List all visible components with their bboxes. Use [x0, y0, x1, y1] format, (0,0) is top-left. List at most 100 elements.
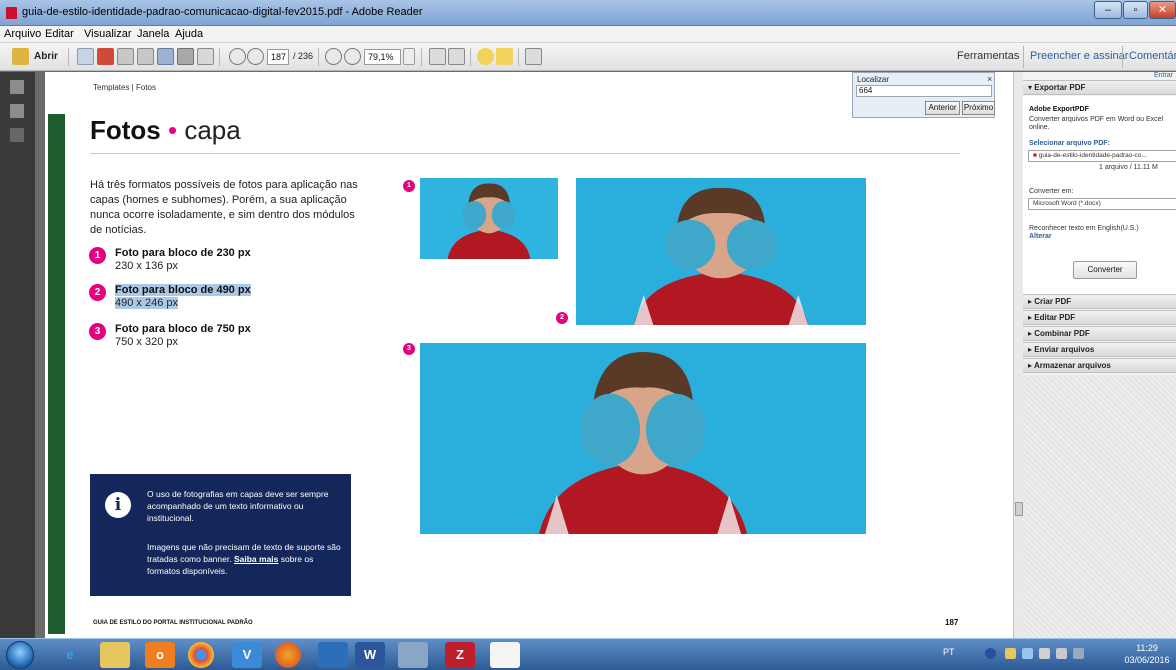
main-toolbar: Abrir 187 / 236 79,1% Ferramentas Preenc… [0, 43, 1176, 71]
find-previous-button[interactable]: Anterior [925, 101, 960, 115]
ocr-change-link[interactable]: Alterar [1029, 233, 1052, 240]
boy-photo-image [576, 178, 866, 325]
edit-pdf-title: Editar PDF [1034, 313, 1076, 322]
page-number-input[interactable]: 187 [267, 49, 289, 65]
next-page-icon[interactable] [247, 48, 264, 65]
convert-button[interactable]: Converter [1073, 261, 1137, 279]
chrome-icon[interactable] [188, 642, 214, 668]
media-app-icon[interactable] [318, 642, 348, 668]
menu-janela[interactable]: Janela [137, 28, 169, 40]
edit-icon[interactable] [117, 48, 134, 65]
email-icon[interactable] [197, 48, 214, 65]
footer-guide-name: GUIA DE ESTILO DO PORTAL INSTITUCIONAL P… [93, 620, 253, 626]
scrollbar-thumb[interactable] [1015, 502, 1023, 516]
total-pages: / 236 [293, 51, 314, 61]
title-bold: Fotos [90, 115, 161, 145]
menu-visualizar[interactable]: Visualizar [84, 28, 132, 40]
comment-icon[interactable] [477, 48, 494, 65]
filezilla-icon[interactable]: Z [445, 642, 475, 668]
fit-width-icon[interactable] [429, 48, 446, 65]
sign-in-link[interactable]: Entrar [1154, 72, 1173, 79]
word-icon[interactable]: W [355, 642, 385, 668]
zoom-dropdown-icon[interactable] [403, 48, 415, 65]
selected-file-field[interactable]: ■ guia-de-estilo-identidade-padrao-co... [1028, 150, 1176, 162]
saiba-mais-link[interactable]: Saiba mais [234, 554, 278, 564]
save-icon[interactable] [157, 48, 174, 65]
menu-arquivo[interactable]: Arquivo [4, 28, 41, 40]
selected-file-name: guia-de-estilo-identidade-padrao-co... [1038, 152, 1147, 159]
signatures-icon[interactable] [10, 128, 24, 142]
bookmarks-icon[interactable] [10, 104, 24, 118]
previous-page-icon[interactable] [229, 48, 246, 65]
title-separator: • [168, 115, 178, 145]
device-tray-icon[interactable] [1056, 648, 1067, 659]
info-text-2: Imagens que não precisam de texto de sup… [147, 541, 347, 577]
option-label-highlighted[interactable]: Foto para bloco de 490 px [115, 284, 251, 296]
photo-badge-3: 3 [403, 343, 415, 355]
close-window-button[interactable]: ✕ [1149, 1, 1176, 19]
send-files-header[interactable]: ▸ Enviar arquivos [1023, 342, 1176, 357]
option-size-highlighted[interactable]: 490 x 246 px [115, 297, 178, 309]
menu-editar[interactable]: Editar [45, 28, 74, 40]
combine-pdf-title: Combinar PDF [1034, 329, 1090, 338]
system-clock[interactable]: 11:29 03/06/2016 [1120, 642, 1174, 666]
select-file-label[interactable]: Selecionar arquivo PDF: [1029, 140, 1110, 147]
tools-tab[interactable]: Ferramentas [957, 50, 1019, 62]
comments-tab[interactable]: Comentário [1129, 50, 1176, 62]
find-next-button[interactable]: Próximo [962, 101, 995, 115]
create-pdf-icon[interactable] [77, 48, 94, 65]
share-icon[interactable] [137, 48, 154, 65]
volume-tray-icon[interactable] [1039, 648, 1050, 659]
fullscreen-icon[interactable] [525, 48, 542, 65]
send-files-title: Enviar arquivos [1034, 345, 1095, 354]
export-pdf-header[interactable]: ▾ Exportar PDF [1023, 80, 1176, 95]
print-icon[interactable] [177, 48, 194, 65]
orange-app-icon[interactable]: o [145, 642, 175, 668]
fit-page-icon[interactable] [448, 48, 465, 65]
fill-sign-tab[interactable]: Preencher e assinar [1030, 50, 1128, 62]
convert-to-label: Converter em: [1029, 188, 1074, 195]
title-light: capa [184, 115, 241, 145]
open-label[interactable]: Abrir [34, 51, 58, 62]
maximize-button[interactable]: ▫ [1123, 1, 1148, 19]
convert-format-select[interactable]: Microsoft Word (*.docx) [1028, 198, 1176, 210]
store-files-header[interactable]: ▸ Armazenar arquivos [1023, 358, 1176, 373]
blue-app-icon[interactable]: V [232, 642, 262, 668]
document-area[interactable]: Templates | Fotos Fotos • capa Há três f… [35, 72, 1013, 638]
adobe-reader-icon [6, 7, 17, 19]
open-folder-icon[interactable] [12, 48, 29, 65]
tools-pane-background [1023, 375, 1176, 638]
notepad-icon[interactable] [490, 642, 520, 668]
green-side-bar [48, 114, 65, 634]
pages-icon[interactable] [10, 80, 24, 94]
create-pdf-title: Criar PDF [1034, 297, 1072, 306]
zoom-input[interactable]: 79,1% [364, 49, 401, 65]
zoom-in-icon[interactable] [344, 48, 361, 65]
help-tray-icon[interactable] [985, 648, 996, 659]
firefox-icon[interactable] [275, 642, 301, 668]
edit-pdf-header[interactable]: ▸ Editar PDF [1023, 310, 1176, 325]
page-title: Fotos • capa [90, 115, 241, 146]
pdf-page: Templates | Fotos Fotos • capa Há três f… [45, 72, 1013, 638]
combine-pdf-header[interactable]: ▸ Combinar PDF [1023, 326, 1176, 341]
zoom-out-icon[interactable] [325, 48, 342, 65]
menu-ajuda[interactable]: Ajuda [175, 28, 203, 40]
create-pdf-header[interactable]: ▸ Criar PDF [1023, 294, 1176, 309]
power-tray-icon[interactable] [1073, 648, 1084, 659]
network-tray-icon[interactable] [1022, 648, 1033, 659]
language-indicator[interactable]: PT [943, 647, 955, 657]
photo-750 [420, 343, 866, 534]
find-input[interactable]: 664 [856, 85, 992, 97]
start-button[interactable] [6, 641, 34, 669]
vertical-scrollbar[interactable] [1013, 72, 1023, 638]
window-app-icon[interactable] [398, 642, 428, 668]
file-count: 1 arquivo / 11.11 M [1099, 164, 1158, 171]
file-explorer-icon[interactable] [100, 642, 130, 668]
find-close-icon[interactable]: × [987, 74, 992, 84]
minimize-button[interactable]: – [1094, 1, 1122, 19]
menu-bar: Arquivo Editar Visualizar Janela Ajuda [0, 26, 1176, 43]
internet-explorer-icon[interactable]: e [55, 642, 85, 668]
flag-tray-icon[interactable] [1005, 648, 1016, 659]
highlight-icon[interactable] [496, 48, 513, 65]
pdf-tool-icon[interactable] [97, 48, 114, 65]
